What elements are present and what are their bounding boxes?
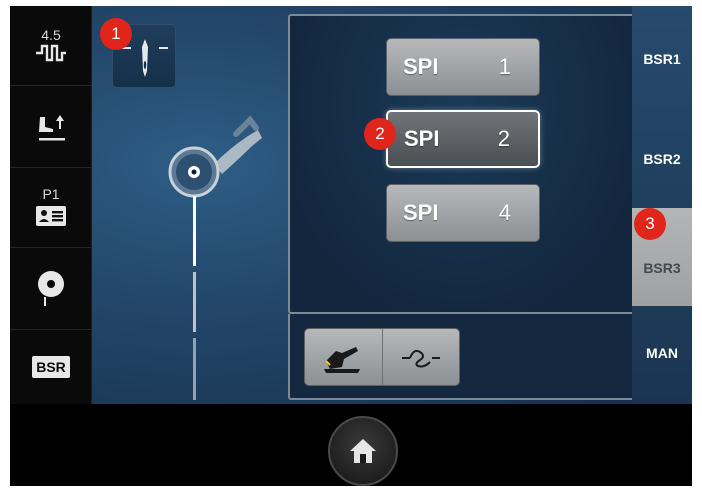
bobbin-button[interactable] [10, 248, 92, 330]
pattern-card-icon [36, 206, 66, 226]
control-panel [288, 314, 636, 400]
spi-button-4[interactable]: SPI 4 [386, 184, 540, 242]
spi-label: SPI [403, 200, 439, 225]
foot-control-button[interactable] [305, 329, 382, 385]
spi-label: SPI [403, 54, 439, 79]
mode-bsr2[interactable]: BSR2 [632, 134, 692, 184]
bottom-bar [10, 404, 692, 486]
main-area: SPI 1 SPI 2 SPI 4 [92, 6, 636, 404]
spi-value: 4 [498, 200, 511, 225]
left-toolbar: 4.5 P1 BSR [10, 6, 92, 404]
thread-cutter-button[interactable] [381, 329, 460, 385]
stitch-length-value: 4.5 [41, 26, 61, 43]
spi-button-1[interactable]: SPI 1 [386, 38, 540, 96]
bobbin-icon [38, 270, 64, 306]
mode-bsr1[interactable]: BSR1 [632, 34, 692, 84]
mode-sidebar: BSR1 BSR2 BSR3 MAN [632, 6, 692, 404]
presser-foot-lift-icon [39, 114, 65, 140]
callout-badge-1: 1 [100, 18, 132, 50]
foot-control-icon [324, 347, 361, 373]
machine-screen: 4.5 P1 BSR SPI 1 SPI 2 SPI 4 1 2 3 BSR1 … [10, 6, 692, 486]
callout-badge-2: 2 [364, 118, 396, 150]
presser-foot-button[interactable] [10, 86, 92, 168]
stitch-length-button[interactable]: 4.5 [10, 6, 92, 86]
callout-badge-3: 3 [634, 208, 666, 240]
stitch-length-icon [36, 44, 66, 61]
bsr-button[interactable]: BSR [10, 330, 92, 404]
bsr-button-label: BSR [32, 356, 70, 378]
spi-button-2[interactable]: SPI 2 [386, 110, 540, 168]
pattern-label: P1 [42, 186, 60, 202]
pattern-button[interactable]: P1 [10, 168, 92, 248]
stitch-diagram [168, 115, 262, 400]
thread-cutter-icon [401, 349, 440, 368]
spi-panel: SPI 1 SPI 2 SPI 4 [288, 14, 636, 314]
mode-man[interactable]: MAN [632, 328, 692, 378]
home-icon [350, 439, 376, 463]
mode-segmented-control [304, 328, 460, 386]
spi-value: 1 [498, 54, 511, 79]
spi-label: SPI [404, 126, 440, 151]
home-button[interactable] [328, 416, 398, 486]
spi-value: 2 [497, 126, 510, 151]
